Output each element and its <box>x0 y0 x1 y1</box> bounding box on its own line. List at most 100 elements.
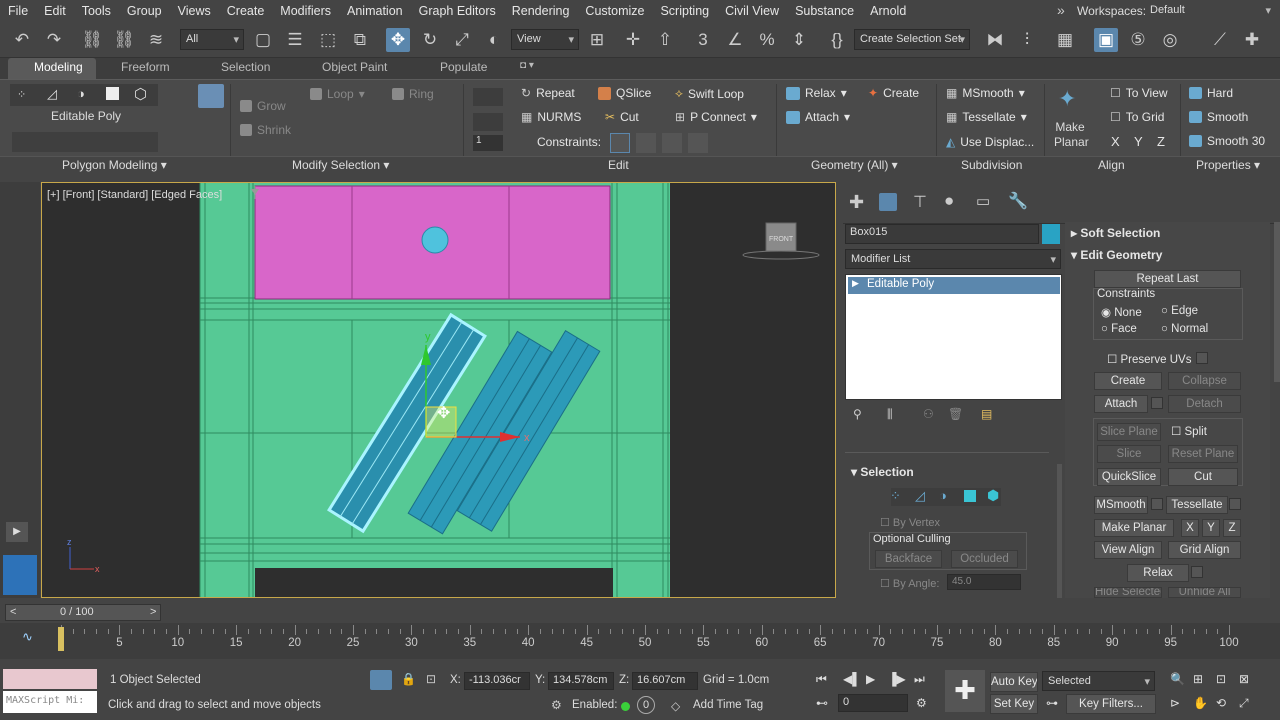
repeat-button[interactable]: ↻ Repeat <box>521 86 575 100</box>
time-tag-icon[interactable]: ◇ <box>671 699 680 713</box>
swift-loop-button[interactable]: ⟡ Swift Loop <box>675 86 744 101</box>
select-place-icon[interactable]: ◐ <box>482 28 506 52</box>
maxscript-listener[interactable]: MAXScript Mi: <box>3 691 97 713</box>
hide-selected-button[interactable]: Hide Selected <box>1094 587 1162 598</box>
create-panel-icon[interactable]: ✚ <box>849 192 864 213</box>
nurms-button[interactable]: ▦ NURMS <box>521 110 581 124</box>
polygon-mode-icon[interactable] <box>106 87 119 100</box>
select-move-icon[interactable]: ✥ <box>386 28 410 52</box>
unlink-icon[interactable]: ⛓ <box>112 28 136 52</box>
planar-x-button[interactable]: X <box>1181 519 1199 537</box>
tab-selection[interactable]: Selection <box>221 60 270 74</box>
time-config-icon[interactable]: ⚙ <box>916 696 927 710</box>
current-frame-field[interactable]: 0 <box>838 694 908 712</box>
modify-panel-icon[interactable] <box>879 193 897 211</box>
collapse-button[interactable]: Collapse <box>1168 372 1241 390</box>
selection-filter-dropdown[interactable]: All <box>180 29 244 50</box>
zoom-extents-icon[interactable]: ⊡ <box>1216 672 1226 686</box>
next-key-icon[interactable]: ▐▶ <box>888 672 906 686</box>
align-icon[interactable]: ⫶ <box>1015 28 1039 52</box>
remove-modifier-icon[interactable]: 🗑 <box>948 407 963 421</box>
toggle-ribbon-icon[interactable]: ▣ <box>1094 28 1118 52</box>
key-mode-icon[interactable]: ⊷ <box>816 696 828 710</box>
menu-edit[interactable]: Edit <box>36 4 74 18</box>
curve-editor-mini-icon[interactable]: ∿ <box>22 629 33 645</box>
object-name-field[interactable]: Box015 <box>845 224 1039 244</box>
tessellate-settings-icon[interactable] <box>1229 498 1241 510</box>
msmooth-settings-icon[interactable] <box>1151 498 1163 510</box>
relax-button[interactable]: Relax ▾ <box>786 86 847 100</box>
select-rotate-icon[interactable]: ↻ <box>418 28 442 52</box>
prev-key-icon[interactable]: ◀▌ <box>843 672 861 686</box>
link-icon[interactable]: ⛓ <box>80 28 104 52</box>
preserve-uvs-settings-icon[interactable] <box>1196 352 1208 364</box>
preserve-uvs-toggle[interactable] <box>473 88 503 106</box>
sel-element-icon[interactable]: ⬢ <box>987 487 999 504</box>
expand-panel-icon[interactable]: ▶ <box>6 522 28 542</box>
workspace-dropdown[interactable]: Default <box>1145 1 1275 21</box>
element-mode-icon[interactable]: ⬡ <box>134 85 147 103</box>
tab-freeform[interactable]: Freeform <box>121 60 170 74</box>
x-coordinate[interactable]: -113.036cr <box>464 672 530 690</box>
utilities-panel-icon[interactable]: 🔧 <box>1008 191 1028 211</box>
bind-spacewarp-icon[interactable]: ≋ <box>144 28 168 52</box>
render-setup-icon[interactable]: ✚ <box>1240 28 1264 52</box>
to-grid-button[interactable]: ☐ To Grid <box>1110 110 1164 124</box>
planar-z-button[interactable]: Z <box>1223 519 1241 537</box>
msmooth-button[interactable]: ▦ MSmooth ▾ <box>946 86 1025 100</box>
pan-icon[interactable]: ✋ <box>1193 696 1208 710</box>
tab-object-paint[interactable]: Object Paint <box>322 60 387 74</box>
constraint-edge-icon[interactable] <box>636 133 656 153</box>
reference-coordinate-dropdown[interactable]: View <box>511 29 579 50</box>
to-view-button[interactable]: ☐ To View <box>1110 86 1168 100</box>
prev-frame-icon[interactable]: < <box>10 606 16 618</box>
schematic-view-icon[interactable]: ◎ <box>1158 28 1182 52</box>
key-filter-icon[interactable]: ⊶ <box>1046 696 1058 710</box>
attach-button[interactable]: Attach ▾ <box>786 110 850 124</box>
planar-y-button[interactable]: Y <box>1202 519 1220 537</box>
configure-sets-icon[interactable]: ▤ <box>981 407 992 421</box>
grow-button[interactable]: Grow <box>240 99 286 113</box>
cut-button[interactable]: ✂ Cut <box>605 110 639 124</box>
named-selection-set-dropdown[interactable]: Create Selection Set <box>854 29 970 50</box>
msmooth-panel-button[interactable]: MSmooth <box>1094 496 1148 514</box>
time-cursor[interactable] <box>58 627 64 651</box>
grid-align-button[interactable]: Grid Align <box>1168 541 1241 559</box>
relax-panel-button[interactable]: Relax <box>1127 564 1189 582</box>
p-connect-button[interactable]: ⊞ P Connect ▾ <box>675 110 757 124</box>
selection-lock-icon[interactable] <box>370 670 392 690</box>
split-checkbox[interactable]: ☐ Split <box>1171 424 1207 438</box>
sel-edge-icon[interactable]: ◿ <box>915 488 925 504</box>
menu-modifiers[interactable]: Modifiers <box>272 4 339 18</box>
redo-icon[interactable]: ↷ <box>42 28 66 52</box>
zoom-all-icon[interactable]: ⊞ <box>1193 672 1203 686</box>
go-to-start-icon[interactable]: ⏮ <box>816 672 827 687</box>
relax-settings-icon[interactable] <box>1191 566 1203 578</box>
shrink-button[interactable]: Shrink <box>240 123 291 137</box>
smooth-30-button[interactable]: Smooth 30 <box>1189 134 1265 148</box>
zoom-icon[interactable]: 🔍 <box>1170 672 1185 686</box>
attach-settings-icon[interactable] <box>1151 397 1163 409</box>
repeat-last-button[interactable]: Repeat Last <box>1094 270 1241 288</box>
reset-plane-button[interactable]: Reset Plane <box>1168 445 1238 463</box>
keyboard-shortcut-override-icon[interactable]: ⇧ <box>653 28 677 52</box>
tessellate-button[interactable]: ▦ Tessellate ▾ <box>946 110 1027 124</box>
occluded-button[interactable]: Occluded <box>951 550 1018 568</box>
object-color-swatch[interactable] <box>1042 224 1060 244</box>
pin-stack-icon[interactable]: ⚲ <box>853 407 862 421</box>
set-key-button[interactable]: Set Key <box>990 694 1038 714</box>
vertex-mode-icon[interactable]: ⁘ <box>17 88 26 101</box>
menu-views[interactable]: Views <box>170 4 219 18</box>
menu-create[interactable]: Create <box>219 4 273 18</box>
edit-named-selection-icon[interactable]: {} <box>825 28 849 52</box>
menu-group[interactable]: Group <box>119 4 170 18</box>
attach-button[interactable]: Attach <box>1094 395 1148 413</box>
view-align-button[interactable]: View Align <box>1094 541 1162 559</box>
enabled-status-dot[interactable] <box>621 702 630 711</box>
select-by-name-icon[interactable]: ☰ <box>283 28 307 52</box>
align-x-button[interactable]: X <box>1111 134 1120 149</box>
field-of-view-icon[interactable]: ⊳ <box>1170 696 1180 710</box>
make-planar-button[interactable]: Make Planar <box>1054 120 1089 150</box>
add-time-tag[interactable]: Add Time Tag <box>693 699 763 711</box>
hard-button[interactable]: Hard <box>1189 86 1233 100</box>
